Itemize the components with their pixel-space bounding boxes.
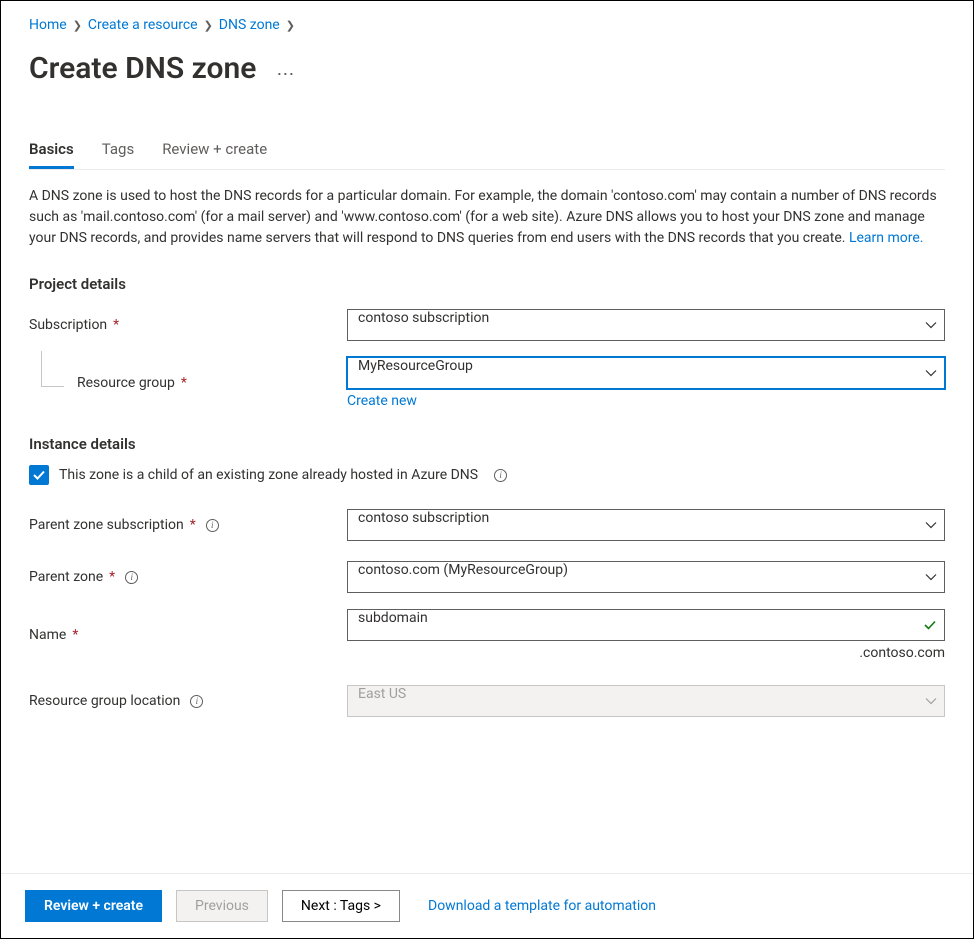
breadcrumb-create-resource[interactable]: Create a resource [88,17,198,33]
parent-zone-label: Parent zone [29,569,103,585]
instance-details-heading: Instance details [29,435,945,453]
breadcrumb: Home ❯ Create a resource ❯ DNS zone ❯ [29,17,945,33]
download-template-link[interactable]: Download a template for automation [428,898,656,914]
parent-zone-select[interactable]: contoso.com (MyResourceGroup) [347,561,945,593]
footer: Review + create Previous Next : Tags > D… [1,873,973,938]
name-suffix: .contoso.com [347,645,945,661]
chevron-right-icon: ❯ [73,19,82,32]
subscription-select[interactable]: contoso subscription [347,309,945,341]
tabs: Basics Tags Review + create [29,134,945,170]
resource-group-location-label: Resource group location [29,693,180,709]
info-icon[interactable]: i [494,469,507,482]
info-icon[interactable]: i [206,519,219,532]
child-zone-checkbox[interactable] [29,465,49,485]
resource-group-select[interactable]: MyResourceGroup [347,357,945,389]
page-title: Create DNS zone [29,51,256,86]
tab-tags[interactable]: Tags [102,134,134,169]
resource-group-location-select: East US [347,685,945,717]
required-asterisk: * [72,627,78,643]
chevron-right-icon: ❯ [286,19,295,32]
required-asterisk: * [190,517,196,533]
learn-more-link[interactable]: Learn more. [849,230,924,246]
description-body: A DNS zone is used to host the DNS recor… [29,188,937,246]
subscription-label: Subscription [29,317,107,333]
breadcrumb-home[interactable]: Home [29,17,67,33]
name-label: Name [29,627,66,643]
breadcrumb-dns-zone[interactable]: DNS zone [219,17,280,33]
info-icon[interactable]: i [125,571,138,584]
name-input[interactable]: subdomain [347,609,945,641]
create-new-link[interactable]: Create new [347,393,945,409]
parent-zone-subscription-select[interactable]: contoso subscription [347,509,945,541]
required-asterisk: * [113,317,119,333]
next-tags-button[interactable]: Next : Tags > [282,890,400,922]
tab-basics[interactable]: Basics [29,134,74,169]
review-create-button[interactable]: Review + create [25,890,162,922]
more-icon[interactable]: ⋯ [276,64,296,85]
description-text: A DNS zone is used to host the DNS recor… [29,186,945,249]
chevron-right-icon: ❯ [204,19,213,32]
required-asterisk: * [109,569,115,585]
previous-button: Previous [176,890,268,922]
child-zone-checkbox-label: This zone is a child of an existing zone… [59,467,478,483]
parent-zone-subscription-label: Parent zone subscription [29,517,184,533]
info-icon[interactable]: i [190,695,203,708]
required-asterisk: * [181,375,187,391]
project-details-heading: Project details [29,275,945,293]
tab-review-create[interactable]: Review + create [162,134,267,169]
resource-group-label: Resource group [77,375,175,391]
